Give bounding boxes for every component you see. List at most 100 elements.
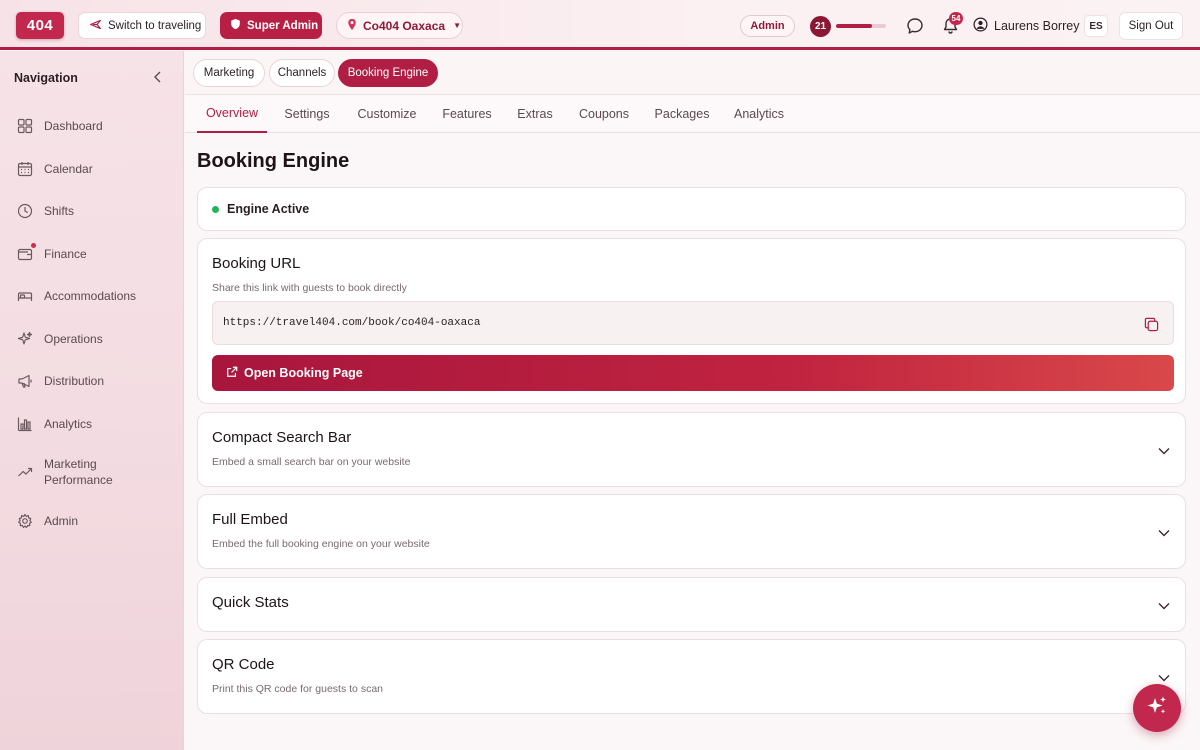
- ai-assistant-button[interactable]: [1133, 684, 1181, 732]
- sidebar-item-label: Dashboard: [44, 119, 103, 133]
- chip-channels[interactable]: Channels: [269, 59, 335, 87]
- tab-customize[interactable]: Customize: [355, 95, 419, 133]
- clock-icon: [16, 202, 34, 220]
- chip-booking-engine[interactable]: Booking Engine: [338, 59, 438, 87]
- bar-chart-icon: [16, 415, 34, 433]
- level-badge: 21: [810, 16, 831, 37]
- sidebar-item-marketing-performance[interactable]: Marketing Performance: [16, 456, 176, 488]
- sidebar-item-label: Finance: [44, 247, 87, 261]
- chevron-down-icon[interactable]: [1157, 526, 1171, 540]
- app-logo[interactable]: 404: [16, 12, 64, 39]
- user-circle-icon: [973, 17, 988, 35]
- section-subtitle: Print this QR code for guests to scan: [212, 683, 383, 695]
- wallet-icon: [16, 243, 36, 263]
- tab-overview[interactable]: Overview: [197, 95, 267, 133]
- page-title: Booking Engine: [197, 150, 350, 172]
- map-pin-icon: [347, 18, 357, 34]
- sidebar-item-label: Marketing Performance: [44, 457, 113, 487]
- notification-count-badge: 54: [949, 12, 963, 25]
- booking-url-title: Booking URL: [212, 255, 301, 272]
- booking-url-card: Booking URL Share this link with guests …: [197, 238, 1186, 404]
- tab-settings[interactable]: Settings: [281, 95, 333, 133]
- sidebar-item-finance[interactable]: Finance: [16, 243, 176, 263]
- sidebar-item-label: Admin: [44, 514, 79, 528]
- plane-icon: [89, 18, 102, 34]
- shield-icon: [230, 18, 241, 33]
- external-link-icon: [226, 366, 238, 381]
- booking-url-subtitle: Share this link with guests to book dire…: [212, 282, 407, 294]
- sparkles-icon: [16, 330, 34, 348]
- tab-extras[interactable]: Extras: [515, 95, 555, 133]
- grid-icon: [16, 117, 34, 135]
- switch-label: Switch to traveling: [108, 19, 202, 32]
- caret-down-icon: ▼: [453, 21, 461, 30]
- full-embed-section[interactable]: Full Embed Embed the full booking engine…: [197, 494, 1186, 569]
- chip-marketing[interactable]: Marketing: [193, 59, 265, 87]
- sidebar-item-dashboard[interactable]: Dashboard: [16, 117, 176, 135]
- role-badge: Admin: [740, 15, 795, 37]
- main-content: Marketing Channels Booking Engine Overvi…: [185, 51, 1200, 750]
- sidebar-item-operations[interactable]: Operations: [16, 330, 176, 348]
- sidebar: Navigation Dashboard Calendar Shifts Fin…: [0, 51, 184, 750]
- sidebar-item-shifts[interactable]: Shifts: [16, 202, 176, 220]
- chevron-down-icon[interactable]: [1157, 671, 1171, 685]
- sidebar-title: Navigation: [14, 71, 78, 85]
- section-title: Full Embed: [212, 511, 288, 528]
- sidebar-item-label: Operations: [44, 332, 103, 346]
- gear-icon: [16, 512, 34, 530]
- sidebar-item-admin[interactable]: Admin: [16, 512, 176, 530]
- section-chips: Marketing Channels Booking Engine: [185, 51, 1200, 95]
- sidebar-item-accommodations[interactable]: Accommodations: [16, 287, 176, 305]
- quick-stats-section[interactable]: Quick Stats: [197, 577, 1186, 632]
- language-toggle[interactable]: ES: [1084, 15, 1108, 37]
- section-title: Compact Search Bar: [212, 429, 352, 446]
- top-bar: 404 Switch to traveling Super Admin Co40…: [0, 0, 1200, 50]
- tab-features[interactable]: Features: [440, 95, 494, 133]
- chevron-left-icon[interactable]: [150, 69, 166, 85]
- bed-icon: [16, 287, 34, 305]
- booking-url-field[interactable]: https://travel404.com/book/co404-oaxaca: [212, 301, 1174, 345]
- sidebar-item-label: Analytics: [44, 417, 93, 431]
- open-booking-page-button[interactable]: Open Booking Page: [212, 355, 1174, 391]
- section-title: QR Code: [212, 656, 275, 673]
- section-subtitle: Embed the full booking engine on your we…: [212, 538, 430, 550]
- tab-coupons[interactable]: Coupons: [577, 95, 631, 133]
- engine-status-card: Engine Active: [197, 187, 1186, 231]
- status-label: Engine Active: [227, 202, 310, 216]
- switch-to-traveling-button[interactable]: Switch to traveling: [78, 12, 206, 39]
- sidebar-item-label: Accommodations: [44, 289, 137, 303]
- megaphone-icon: [16, 372, 34, 390]
- super-admin-button[interactable]: Super Admin: [220, 12, 322, 39]
- sidebar-item-analytics[interactable]: Analytics: [16, 415, 176, 433]
- section-title: Quick Stats: [212, 594, 289, 611]
- tab-bar: Overview Settings Customize Features Ext…: [185, 95, 1200, 133]
- section-subtitle: Embed a small search bar on your website: [212, 456, 411, 468]
- user-menu[interactable]: Laurens Borrey: [973, 15, 1079, 37]
- sparkles-icon: [1145, 694, 1169, 723]
- open-booking-page-label: Open Booking Page: [244, 366, 363, 380]
- chevron-down-icon[interactable]: [1157, 444, 1171, 458]
- compact-search-bar-section[interactable]: Compact Search Bar Embed a small search …: [197, 412, 1186, 487]
- chevron-down-icon[interactable]: [1157, 599, 1171, 613]
- status-dot: [212, 205, 219, 213]
- tab-packages[interactable]: Packages: [653, 95, 711, 133]
- level-progress-fill: [836, 24, 872, 28]
- qr-code-section[interactable]: QR Code Print this QR code for guests to…: [197, 639, 1186, 714]
- super-admin-label: Super Admin: [247, 19, 319, 32]
- sidebar-item-distribution[interactable]: Distribution: [16, 372, 176, 390]
- chat-icon[interactable]: [904, 15, 926, 37]
- copy-icon[interactable]: [1143, 316, 1159, 332]
- location-label: Co404 Oaxaca: [363, 18, 446, 33]
- finance-alert-dot: [31, 243, 36, 248]
- booking-url-value: https://travel404.com/book/co404-oaxaca: [223, 317, 481, 329]
- location-selector[interactable]: Co404 Oaxaca ▼: [336, 12, 463, 39]
- sidebar-item-label: Shifts: [44, 204, 75, 218]
- level-progress-bar: [836, 24, 886, 28]
- calendar-icon: [16, 160, 34, 178]
- sidebar-item-calendar[interactable]: Calendar: [16, 160, 176, 178]
- user-name: Laurens Borrey: [994, 19, 1080, 33]
- sidebar-item-label: Calendar: [44, 162, 93, 176]
- tab-analytics[interactable]: Analytics: [731, 95, 787, 133]
- sign-out-button[interactable]: Sign Out: [1119, 12, 1183, 40]
- sidebar-item-label: Distribution: [44, 374, 105, 388]
